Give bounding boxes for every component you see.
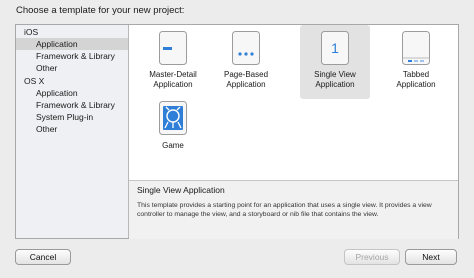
sidebar-group-osx[interactable]: OS X	[16, 75, 128, 87]
template-page-based[interactable]: Page-Based Application	[209, 25, 283, 99]
sidebar-item-ios-other[interactable]: Other	[16, 62, 128, 74]
template-label-line1: Page-Based	[223, 70, 269, 79]
tabbed-icon	[402, 31, 430, 65]
next-button[interactable]: Next	[405, 249, 457, 265]
single-view-icon: 1	[321, 31, 349, 65]
sidebar-item-ios-application[interactable]: Application	[16, 38, 128, 50]
game-icon	[159, 101, 187, 135]
template-label-line2: Application	[396, 79, 436, 89]
sidebar-item-osx-system-plugin[interactable]: System Plug-in	[16, 111, 128, 123]
single-view-icon-text: 1	[331, 40, 339, 56]
template-label-line2: Application	[226, 79, 266, 89]
page-based-icon	[232, 31, 260, 65]
platform-sidebar: iOS Application Framework & Library Othe…	[16, 25, 129, 238]
template-label-line1: Tabbed	[402, 70, 430, 79]
master-detail-icon	[159, 31, 187, 65]
template-label-line2: Application	[153, 79, 193, 89]
template-chooser-panel: iOS Application Framework & Library Othe…	[15, 24, 459, 239]
description-text: This template provides a starting point …	[137, 202, 432, 218]
previous-button[interactable]: Previous	[344, 249, 400, 265]
template-single-view[interactable]: 1 Single View Application	[300, 25, 370, 99]
template-grid: Master-Detail Application Page-Based App…	[129, 25, 458, 180]
template-master-detail[interactable]: Master-Detail Application	[136, 25, 210, 99]
sidebar-group-ios[interactable]: iOS	[16, 26, 128, 38]
cancel-button[interactable]: Cancel	[15, 249, 71, 265]
template-description-panel: Single View Application This template pr…	[129, 180, 458, 239]
sidebar-item-osx-other[interactable]: Other	[16, 123, 128, 135]
template-game[interactable]: Game	[136, 101, 210, 175]
template-label-line1: Game	[162, 141, 184, 150]
sidebar-item-osx-framework-library[interactable]: Framework & Library	[16, 99, 128, 111]
template-label-line1: Master-Detail	[149, 70, 197, 79]
sidebar-item-ios-framework-library[interactable]: Framework & Library	[16, 50, 128, 62]
template-label-line2: Application	[315, 79, 355, 89]
dialog-heading: Choose a template for your new project:	[16, 5, 185, 16]
description-title: Single View Application	[137, 185, 225, 195]
sidebar-item-osx-application[interactable]: Application	[16, 87, 128, 99]
template-tabbed[interactable]: Tabbed Application	[379, 25, 453, 99]
template-label-line1: Single View	[314, 70, 356, 79]
